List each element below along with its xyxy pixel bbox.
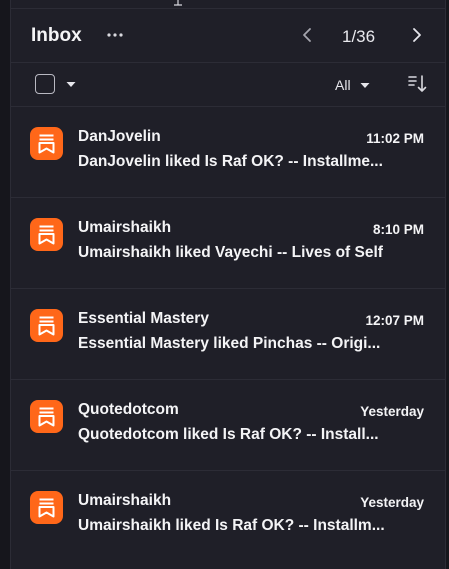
message-sender: DanJovelin [78,128,161,145]
substack-icon [30,400,63,433]
select-all-checkbox[interactable] [35,74,55,94]
message-time: 11:02 PM [366,131,424,146]
filter-dropdown[interactable]: All [335,74,371,96]
message-sender: Umairshaikh [78,492,172,509]
page-title: Inbox [31,25,82,46]
message-subject: Quotedotcom liked Is Raf OK? -- Install.… [78,426,379,443]
message-row[interactable]: Umairshaikh Yesterday Umairshaikh liked … [11,471,445,562]
message-row[interactable]: DanJovelin 11:02 PM DanJovelin liked Is … [11,107,445,198]
message-row[interactable]: Essential Mastery 12:07 PM Essential Mas… [11,289,445,380]
message-subject: Umairshaikh liked Is Raf OK? -- Installm… [78,517,385,534]
caret-down-icon[interactable] [65,78,77,90]
message-row[interactable]: Umairshaikh 8:10 PM Umairshaikh liked Va… [11,198,445,289]
caret-down-icon [360,83,370,88]
substack-icon [30,491,63,524]
message-time: Yesterday [360,404,424,419]
sort-icon[interactable] [406,72,430,96]
substack-icon [30,218,63,251]
message-sender: Essential Mastery [78,310,209,327]
pagination-count: 1/36 [342,27,376,46]
text-cursor-icon [174,0,182,6]
message-subject: Essential Mastery liked Pinchas -- Origi… [78,335,381,352]
inbox-panel: Inbox 1/36 All DanJovelin 11:02 PM DanJo… [10,0,446,569]
message-subject: DanJovelin liked Is Raf OK? -- Installme… [78,153,383,170]
filter-label: All [335,77,351,93]
message-list: DanJovelin 11:02 PM DanJovelin liked Is … [11,107,445,562]
message-row[interactable]: Quotedotcom Yesterday Quotedotcom liked … [11,380,445,471]
inbox-toolbar: All [11,63,445,107]
inbox-header: Inbox 1/36 [11,9,445,63]
chevron-right-icon[interactable] [407,23,427,47]
chevron-left-icon[interactable] [297,23,317,47]
more-options-icon[interactable] [103,23,127,47]
message-sender: Quotedotcom [78,401,179,418]
message-time: Yesterday [360,495,424,510]
message-sender: Umairshaikh [78,219,172,236]
top-divider [11,0,445,9]
substack-icon [30,127,63,160]
message-time: 12:07 PM [365,313,424,328]
message-time: 8:10 PM [372,222,424,237]
substack-icon [30,309,63,342]
message-subject: Umairshaikh liked Vayechi -- Lives of Se… [78,244,383,261]
